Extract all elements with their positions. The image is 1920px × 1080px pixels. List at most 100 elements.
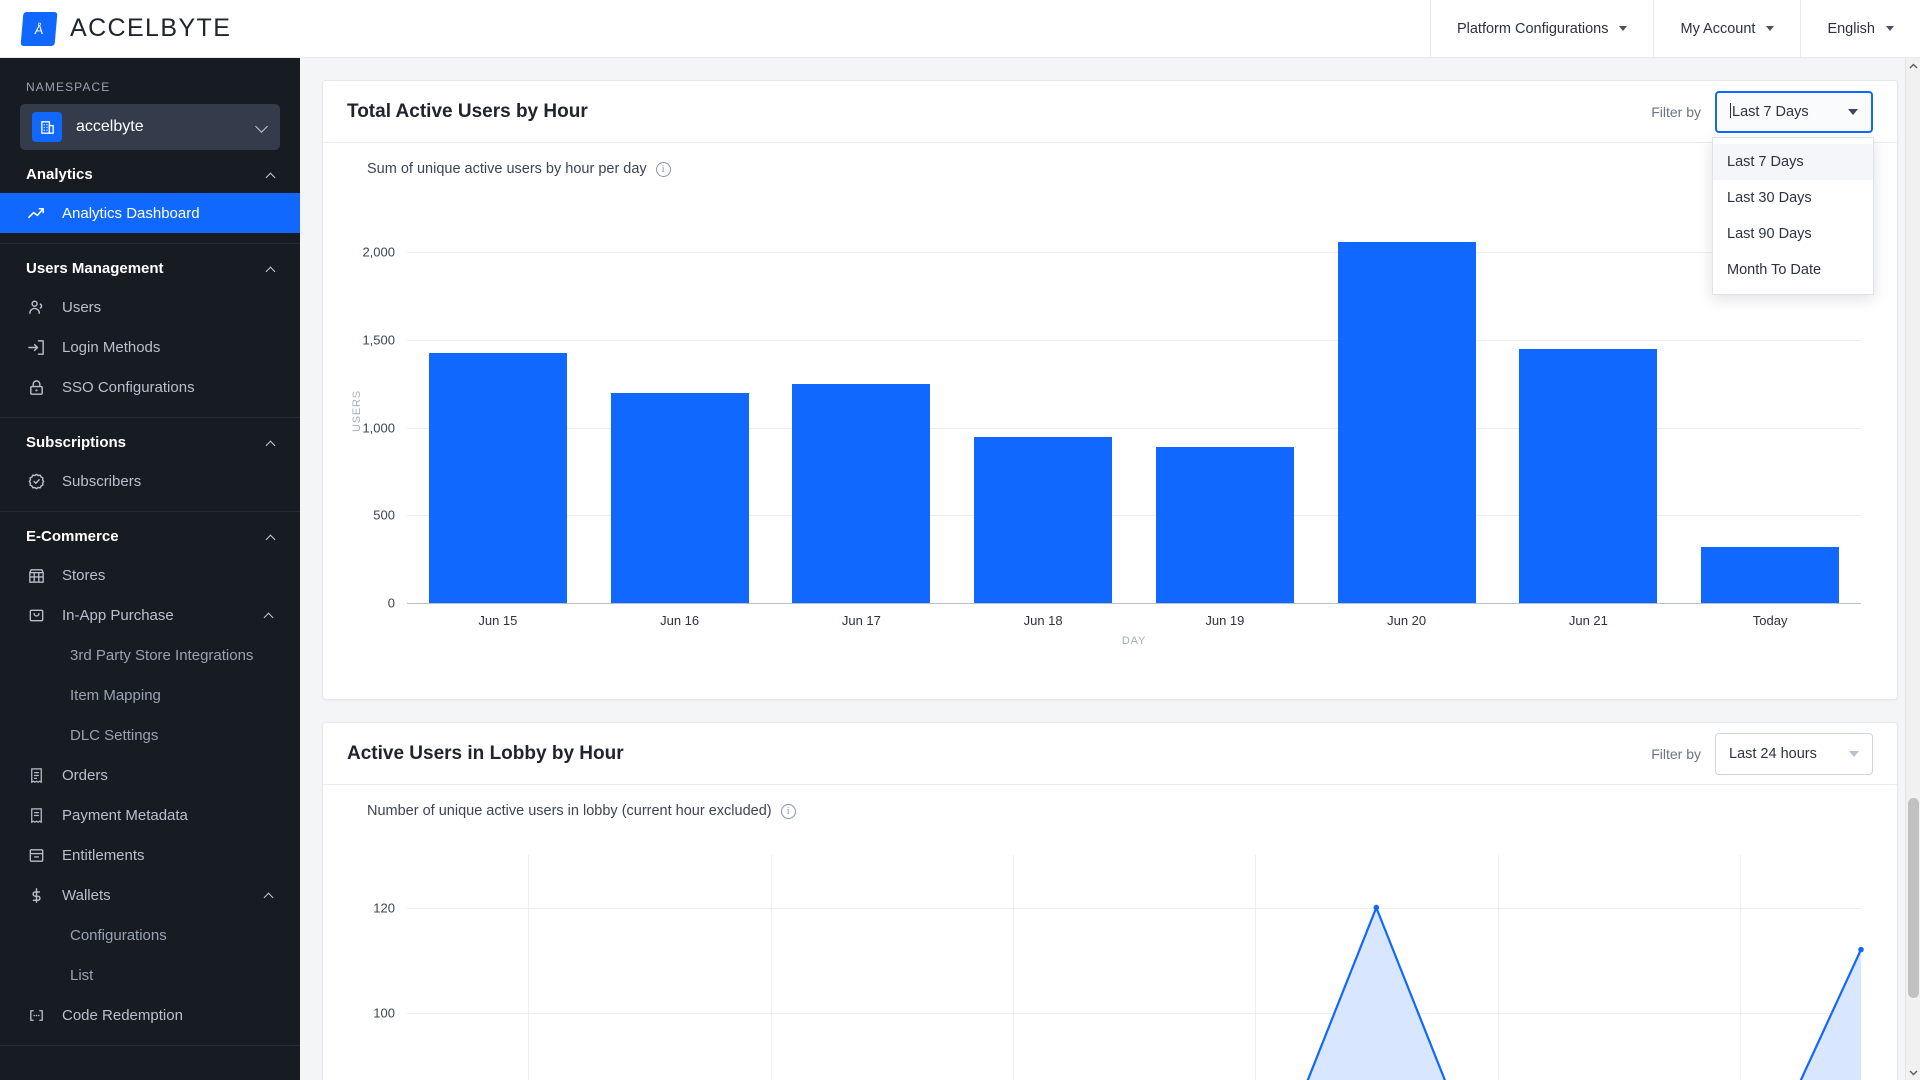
dropdown-option-label: Last 30 Days — [1727, 189, 1812, 206]
chart-subtitle-text: Sum of unique active users by hour per d… — [367, 161, 647, 177]
dropdown-option-label: Last 7 Days — [1727, 153, 1804, 170]
y-axis-tick: 1,000 — [362, 420, 395, 436]
x-axis-tick: Today — [1752, 613, 1788, 628]
sidebar-item-users[interactable]: Users — [0, 287, 300, 327]
chevron-up-icon — [264, 610, 274, 620]
sidebar-subitem-configurations[interactable]: Configurations — [0, 915, 300, 955]
sidebar-item-analytics-dashboard[interactable]: Analytics Dashboard — [0, 193, 300, 233]
info-icon[interactable]: i — [655, 161, 671, 177]
sidebar-item-label: Payment Metadata — [62, 806, 188, 824]
sidebar-item-subscribers[interactable]: Subscribers — [0, 461, 300, 501]
sidebar-subitem-item-mapping[interactable]: Item Mapping — [0, 675, 300, 715]
sidebar-item-in-app-purchase[interactable]: In-App Purchase — [0, 595, 300, 635]
dropdown-option-month-to-date[interactable]: Month To Date — [1713, 252, 1873, 288]
card-header: Total Active Users by Hour Filter by Las… — [323, 81, 1897, 295]
bar[interactable] — [610, 393, 749, 603]
gridline — [407, 252, 1861, 254]
filter-control: Filter by Last 7 Days Last 7 Days Last 3… — [1651, 90, 1874, 295]
card-header: Active Users in Lobby by Hour Filter by … — [323, 723, 1897, 785]
chevron-up-icon — [266, 532, 276, 542]
code-icon — [26, 1005, 46, 1025]
x-axis-tick: Jun 18 — [1023, 613, 1063, 628]
page-scrollbar[interactable] — [1905, 58, 1920, 1080]
sidebar-item-entitlements[interactable]: Entitlements — [0, 835, 300, 875]
line-series — [1306, 904, 1864, 1080]
x-axis-tick: Jun 20 — [1387, 613, 1427, 628]
bar[interactable] — [1155, 446, 1294, 603]
badge-check-icon — [26, 471, 46, 491]
sidebar-item-code-redemption[interactable]: Code Redemption — [0, 995, 300, 1035]
nav-group-header-analytics[interactable]: Analytics — [0, 150, 300, 193]
sidebar-subitem-3rd-party-store-integrations[interactable]: 3rd Party Store Integrations — [0, 635, 300, 675]
sidebar-item-stores[interactable]: Stores — [0, 555, 300, 595]
sidebar-item-label: Code Redemption — [62, 1006, 183, 1024]
date-range-value: Last 7 Days — [1730, 103, 1848, 120]
time-range-select[interactable]: Last 24 hours — [1715, 732, 1873, 775]
dropdown-option-last-30-days[interactable]: Last 30 Days — [1713, 180, 1873, 216]
topnav-platform-configurations[interactable]: Platform Configurations — [1429, 0, 1654, 57]
sidebar-subitem-dlc-settings[interactable]: DLC Settings — [0, 715, 300, 755]
card-body: Number of unique active users in lobby (… — [323, 785, 1897, 1080]
namespace-label: NAMESPACE — [26, 80, 111, 94]
x-axis-label: DAY — [1121, 635, 1147, 647]
filter-label: Filter by — [1651, 103, 1701, 120]
bar[interactable] — [1337, 241, 1476, 603]
brand-logo[interactable]: Å ACCEL BYTE — [0, 0, 231, 57]
topnav-my-account[interactable]: My Account — [1653, 0, 1800, 57]
building-icon — [32, 112, 62, 142]
dropdown-option-label: Month To Date — [1727, 261, 1822, 278]
sidebar-item-sso-configurations[interactable]: SSO Configurations — [0, 367, 300, 407]
scroll-down-arrow-icon[interactable] — [1906, 1064, 1920, 1080]
x-axis-tick: Jun 17 — [841, 613, 881, 628]
info-icon[interactable]: i — [780, 803, 796, 819]
bar[interactable] — [1701, 546, 1840, 603]
x-axis-tick: Jun 21 — [1568, 613, 1608, 628]
scrollbar-thumb[interactable] — [1908, 798, 1919, 998]
chevron-down-icon — [256, 121, 268, 133]
sidebar-item-wallets[interactable]: Wallets — [0, 875, 300, 915]
nav-group-title-subscriptions: Subscriptions — [26, 434, 127, 451]
line-chart: USERS80100120 — [347, 833, 1873, 1080]
date-range-select[interactable]: Last 7 Days — [1715, 90, 1873, 133]
y-axis-tick: 1,500 — [362, 332, 395, 348]
brand-word-1: ACCEL — [70, 14, 161, 42]
x-axis-tick: Jun 19 — [1205, 613, 1245, 628]
dollar-icon — [26, 885, 46, 905]
chevron-up-icon — [266, 170, 276, 180]
dropdown-option-last-7-days[interactable]: Last 7 Days — [1713, 143, 1873, 180]
card-title: Active Users in Lobby by Hour — [347, 742, 624, 764]
nav-group-header-subscriptions[interactable]: Subscriptions — [0, 418, 300, 461]
accelbyte-logo-icon: Å — [20, 11, 58, 46]
x-axis-line — [407, 603, 1861, 604]
sidebar-item-login-methods[interactable]: Login Methods — [0, 327, 300, 367]
sidebar-subitem-list[interactable]: List — [0, 955, 300, 995]
chevron-down-icon — [1766, 26, 1775, 31]
nav-group-header-ecommerce[interactable]: E-Commerce — [0, 512, 300, 555]
bar[interactable] — [428, 352, 567, 603]
top-nav: Platform Configurations My Account Engli… — [1429, 0, 1920, 57]
date-range-value-text: Last 7 Days — [1732, 104, 1809, 120]
nav-group-title-analytics: Analytics — [26, 166, 93, 183]
namespace-selector[interactable]: accelbyte — [20, 104, 280, 150]
users-icon — [26, 297, 46, 317]
main-content: Total Active Users by Hour Filter by Las… — [300, 58, 1920, 1080]
sidebar: NAMESPACE accelbyte Analytics Analytics … — [0, 58, 300, 1080]
nav-group-header-users-management[interactable]: Users Management — [0, 244, 300, 287]
bar[interactable] — [1519, 348, 1658, 603]
bar[interactable] — [974, 437, 1113, 603]
time-range-value: Last 24 hours — [1729, 745, 1817, 762]
sidebar-item-label: Wallets — [62, 886, 111, 904]
bag-icon — [26, 605, 46, 625]
sidebar-item-label: Login Methods — [62, 338, 161, 356]
sidebar-item-orders[interactable]: Orders — [0, 755, 300, 795]
scroll-up-arrow-icon[interactable] — [1906, 58, 1920, 74]
sidebar-item-payment-metadata[interactable]: Payment Metadata — [0, 795, 300, 835]
sidebar-item-label: Subscribers — [62, 472, 142, 490]
bar[interactable] — [792, 383, 931, 603]
filter-label: Filter by — [1651, 745, 1701, 762]
sidebar-item-label: Users — [62, 298, 102, 316]
topnav-language[interactable]: English — [1800, 0, 1920, 57]
sidebar-subitem-label: 3rd Party Store Integrations — [70, 646, 254, 664]
dropdown-option-last-90-days[interactable]: Last 90 Days — [1713, 216, 1873, 252]
